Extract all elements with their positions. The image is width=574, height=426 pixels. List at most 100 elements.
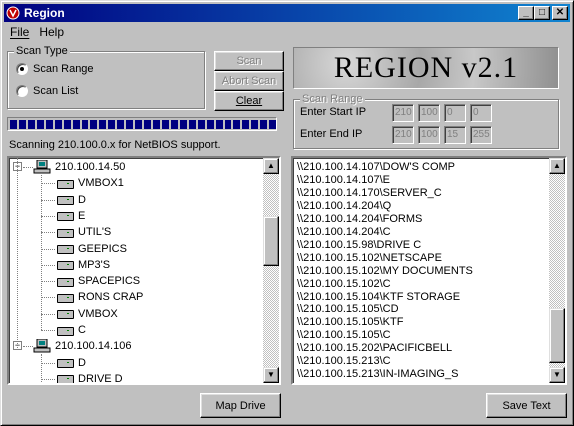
progress-block xyxy=(36,119,44,129)
progress-block xyxy=(135,119,143,129)
menu-file[interactable]: File xyxy=(5,23,34,41)
tree-scrollbar[interactable]: ▲ ▼ xyxy=(263,158,279,383)
scroll-up-icon[interactable]: ▲ xyxy=(263,158,279,174)
tree-share-node[interactable]: MP3'S xyxy=(57,257,110,273)
scan-progress-bar xyxy=(7,117,277,131)
results-list[interactable]: \\210.100.14.107\DOW'S COMP \\210.100.14.… xyxy=(291,156,567,385)
tree-share-node[interactable]: C xyxy=(57,322,86,338)
progress-block xyxy=(269,119,277,129)
progress-block xyxy=(18,119,26,129)
menu-help[interactable]: Help xyxy=(34,23,69,41)
result-item[interactable]: \\210.100.15.213\C xyxy=(297,355,391,368)
end-ip-octet-4[interactable]: 255 xyxy=(470,126,492,144)
tree-node-label: RONS CRAP xyxy=(78,291,144,304)
drive-icon xyxy=(57,309,74,320)
scroll-down-icon[interactable]: ▼ xyxy=(263,367,279,383)
result-item[interactable]: \\210.100.15.202\PACIFICBELL xyxy=(297,342,452,355)
clear-button-label: Clear xyxy=(235,95,263,107)
progress-block xyxy=(99,119,107,129)
tree-node-label: UTIL'S xyxy=(78,226,112,239)
abort-scan-button[interactable]: Abort Scan xyxy=(214,71,284,91)
tree-share-node[interactable]: DRIVE D xyxy=(57,371,123,385)
map-drive-button[interactable]: Map Drive xyxy=(200,393,281,418)
tree-share-node[interactable]: RONS CRAP xyxy=(57,289,143,305)
close-button[interactable]: ✕ xyxy=(552,6,568,20)
tree-host-node[interactable]: 210.100.14.50 xyxy=(33,159,125,175)
scroll-up-icon[interactable]: ▲ xyxy=(549,158,565,174)
progress-block xyxy=(161,119,169,129)
scan-type-label: Scan Type xyxy=(14,45,70,57)
tree-node-label: GEEPICS xyxy=(78,242,127,255)
progress-block xyxy=(90,119,98,129)
radio-scan-list[interactable]: Scan List xyxy=(16,85,78,97)
tree-share-node[interactable]: E xyxy=(57,208,85,224)
tree-share-node[interactable]: D xyxy=(57,192,86,208)
tree-share-node[interactable]: SPACEPICS xyxy=(57,273,140,289)
tree-share-node[interactable]: VMBOX1 xyxy=(57,175,124,191)
progress-block xyxy=(170,119,178,129)
app-window: Region _ □ ✕ File Help Scan Type Scan Ra… xyxy=(0,0,574,426)
start-ip-octet-2[interactable]: 100 xyxy=(418,104,440,122)
progress-block xyxy=(81,119,89,129)
result-item[interactable]: \\210.100.15.105\C xyxy=(297,329,391,342)
result-item[interactable]: \\210.100.15.102\MY DOCUMENTS xyxy=(297,265,473,278)
tree-node-label: DRIVE D xyxy=(78,372,123,385)
scroll-down-icon[interactable]: ▼ xyxy=(549,367,565,383)
tree-share-node[interactable]: GEEPICS xyxy=(57,241,127,257)
computer-icon xyxy=(33,338,51,353)
maximize-button[interactable]: □ xyxy=(534,6,550,20)
result-item[interactable]: \\210.100.15.105\CD xyxy=(297,303,399,316)
result-item[interactable]: \\210.100.14.204\Q xyxy=(297,200,391,213)
tree-share-node[interactable]: D xyxy=(57,355,86,371)
tree-node-label: C xyxy=(78,324,86,336)
minimize-icon: _ xyxy=(523,7,529,18)
result-item[interactable]: \\210.100.14.107\E xyxy=(297,174,390,187)
tree-share-node[interactable]: UTIL'S xyxy=(57,224,111,240)
drive-icon xyxy=(57,277,74,287)
radio-selected-icon xyxy=(16,63,28,75)
drive-icon xyxy=(57,358,74,369)
start-ip-octet-3[interactable]: 0 xyxy=(444,104,466,122)
progress-block xyxy=(153,119,160,129)
progress-block xyxy=(108,119,116,129)
result-item[interactable]: \\210.100.14.204\C xyxy=(297,226,391,239)
progress-block xyxy=(72,119,80,129)
result-item[interactable]: \\210.100.14.170\SERVER_C xyxy=(297,187,442,200)
drive-icon xyxy=(57,195,74,206)
clear-button[interactable]: Clear xyxy=(214,91,284,111)
menu-file-label: File xyxy=(10,25,30,39)
result-item[interactable]: \\210.100.15.102\C xyxy=(297,278,391,291)
end-ip-octet-1[interactable]: 210 xyxy=(392,126,414,144)
result-item[interactable]: \\210.100.15.102\NETSCAPE xyxy=(297,252,442,265)
results-scrollbar[interactable]: ▲ ▼ xyxy=(549,158,565,383)
share-tree[interactable]: −210.100.14.50 VMBOX1 D E UTIL'S GEEPICS MP3'S… xyxy=(7,156,281,385)
tree-share-node[interactable]: VMBOX xyxy=(57,306,118,322)
tree-node-label: MP3'S xyxy=(78,258,111,271)
tree-host-node[interactable]: 210.100.14.106 xyxy=(33,338,131,354)
start-ip-octet-4[interactable]: 0 xyxy=(470,104,492,122)
end-ip-octet-2[interactable]: 100 xyxy=(418,126,440,144)
results-scroll-thumb[interactable] xyxy=(549,308,565,363)
scan-button[interactable]: Scan xyxy=(214,51,284,71)
tree-node-label: E xyxy=(78,209,86,222)
result-item[interactable]: \\210.100.15.104\KTF STORAGE xyxy=(297,291,460,304)
start-ip-octet-1[interactable]: 210 xyxy=(392,104,414,122)
start-ip-label: Enter Start IP xyxy=(300,106,367,118)
result-item[interactable]: \\210.100.15.213\IN-IMAGING_S xyxy=(297,368,458,381)
save-text-button[interactable]: Save Text xyxy=(486,393,567,418)
result-item[interactable]: \\210.100.14.107\DOW'S COMP xyxy=(297,161,455,174)
map-drive-label: Map Drive xyxy=(215,399,266,412)
title-bar[interactable]: Region _ □ ✕ xyxy=(4,4,570,22)
progress-block xyxy=(10,119,17,129)
result-item[interactable]: \\210.100.14.204\FORMS xyxy=(297,213,422,226)
result-item[interactable]: \\210.100.15.98\DRIVE C xyxy=(297,239,421,252)
result-item[interactable]: \\210.100.15.105\KTF xyxy=(297,316,403,329)
app-logo-icon xyxy=(6,6,20,20)
drive-icon xyxy=(57,374,74,383)
progress-block xyxy=(242,119,250,129)
minimize-button[interactable]: _ xyxy=(518,6,534,20)
radio-scan-range[interactable]: Scan Range xyxy=(16,63,94,75)
drive-icon xyxy=(57,211,74,222)
tree-scroll-thumb[interactable] xyxy=(263,216,279,266)
end-ip-octet-3[interactable]: 15 xyxy=(444,126,466,144)
